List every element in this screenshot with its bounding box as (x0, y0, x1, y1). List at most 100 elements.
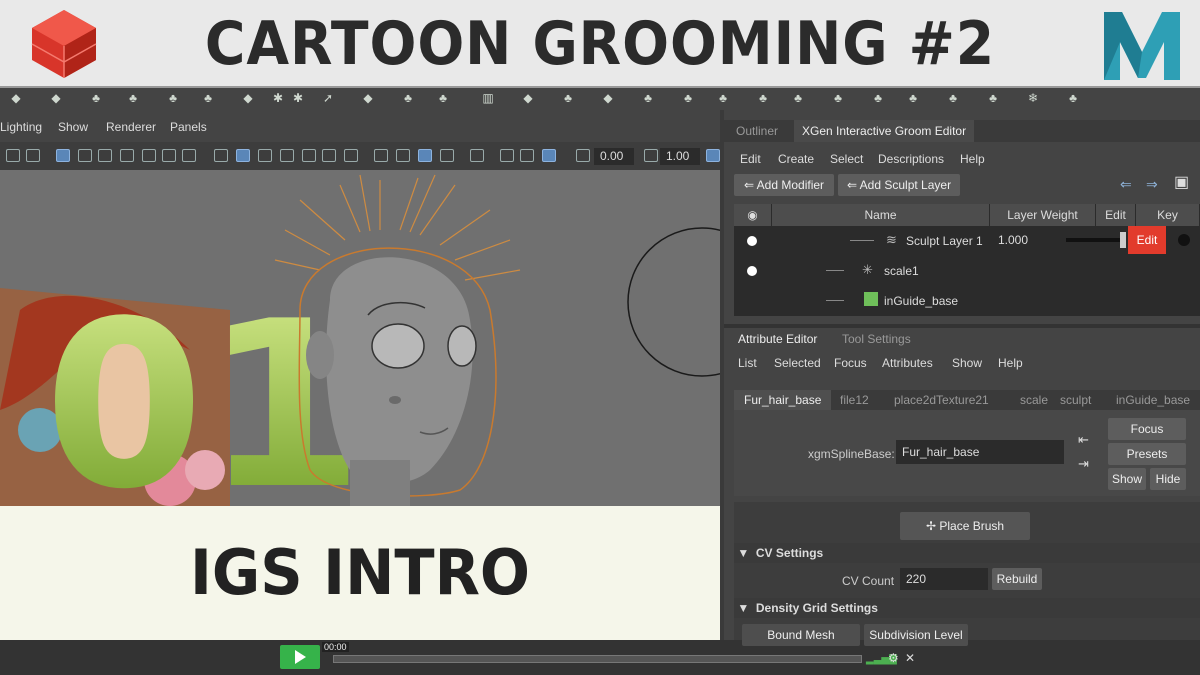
visibility-toggle[interactable] (747, 266, 757, 276)
add-sculpt-layer-button[interactable]: ⇐ Add Sculpt Layer (838, 174, 960, 196)
menu-panels[interactable]: Panels (170, 120, 207, 134)
rebuild-button[interactable]: Rebuild (992, 568, 1042, 590)
spline-base-field[interactable]: Fur_hair_base (896, 440, 1064, 464)
fullscreen-icon[interactable]: ✕ (905, 651, 915, 665)
shelf-tool-icon[interactable]: ♣ (985, 91, 1001, 105)
shelf-tool-icon[interactable]: ❄ (1025, 91, 1041, 105)
key-dot[interactable] (1178, 234, 1190, 246)
node-tab-inguide-base[interactable]: inGuide_base (1116, 393, 1190, 407)
shelf-tool-icon[interactable]: ♣ (560, 91, 576, 105)
panel-divider[interactable] (724, 324, 1200, 328)
hide-button[interactable]: Hide (1150, 468, 1186, 490)
menu-selected[interactable]: Selected (774, 356, 821, 370)
shelf-tool-icon[interactable]: ▥ (480, 91, 496, 105)
density-grid-section[interactable]: ▼ Density Grid Settings (734, 598, 1200, 618)
name-column-header[interactable]: Name (772, 204, 990, 226)
edit-layer-button[interactable]: Edit (1128, 226, 1166, 254)
gamma-field[interactable]: 1.00 (660, 148, 700, 165)
shelf-tool-icon[interactable]: ♣ (945, 91, 961, 105)
key-column-header[interactable]: Key (1136, 204, 1200, 226)
cv-count-field[interactable]: 220 (900, 568, 988, 590)
layer-weight-slider[interactable] (1066, 238, 1120, 242)
tab-xgen-groom-editor[interactable]: XGen Interactive Groom Editor (794, 120, 975, 142)
flat-shade-icon[interactable] (258, 149, 272, 162)
shelf-tool-icon[interactable]: ✱ (270, 91, 286, 105)
shelf-tool-icon[interactable]: ◆ (360, 91, 376, 105)
shelf-tool-icon[interactable]: ◆ (8, 91, 24, 105)
shelf-tool-icon[interactable]: ◆ (520, 91, 536, 105)
shelf-tool-icon[interactable]: ♣ (88, 91, 104, 105)
gamma-icon[interactable] (644, 149, 658, 162)
safe-title-icon[interactable] (182, 149, 196, 162)
pencil-icon[interactable] (26, 149, 40, 162)
shelf-tool-icon[interactable]: ♣ (715, 91, 731, 105)
tab-outliner[interactable]: Outliner (728, 120, 786, 142)
shelf-tool-icon[interactable]: ♣ (165, 91, 181, 105)
xray-icon[interactable] (500, 149, 514, 162)
field-chart-icon[interactable] (142, 149, 156, 162)
presets-button[interactable]: Presets (1108, 443, 1186, 465)
shelf-tool-icon[interactable]: ♣ (640, 91, 656, 105)
exposure-field[interactable]: 0.00 (594, 148, 634, 165)
shelf-tool-icon[interactable]: ♣ (755, 91, 771, 105)
menu-descriptions[interactable]: Descriptions (878, 152, 944, 166)
shelf-tool-icon[interactable]: ♣ (200, 91, 216, 105)
node-tab-scale[interactable]: scale (1020, 393, 1048, 407)
bounding-box-icon[interactable] (280, 149, 294, 162)
output-connection-icon[interactable]: ⇥ (1078, 456, 1089, 472)
layer-weight-field[interactable]: 1.000 (992, 230, 1060, 250)
shelf-tool-icon[interactable]: ♣ (870, 91, 886, 105)
play-button[interactable] (280, 645, 320, 669)
menu-help[interactable]: Help (960, 152, 985, 166)
menu-lighting[interactable]: Lighting (0, 120, 42, 134)
gate-mask-icon[interactable] (120, 149, 134, 162)
slider-handle[interactable] (1120, 232, 1126, 248)
shelf-tool-icon[interactable]: ◆ (240, 91, 256, 105)
anti-alias-icon[interactable] (418, 149, 432, 162)
settings-icon[interactable]: ⚙ (888, 651, 899, 665)
add-modifier-button[interactable]: ⇐ Add Modifier (734, 174, 834, 196)
shadows-icon[interactable] (344, 149, 358, 162)
shelf-tool-icon[interactable]: ♣ (1065, 91, 1081, 105)
shelf-tool-icon[interactable]: ♣ (125, 91, 141, 105)
table-row[interactable]: ✳ scale1 (734, 256, 1200, 286)
shelf-tool-icon[interactable]: ♣ (905, 91, 921, 105)
cv-settings-section[interactable]: ▼ CV Settings (734, 543, 1200, 563)
visibility-toggle[interactable] (747, 236, 757, 246)
show-button[interactable]: Show (1108, 468, 1146, 490)
lights-icon[interactable] (322, 149, 336, 162)
shelf-tool-icon[interactable]: ◆ (48, 91, 64, 105)
node-tab-place2dtexture[interactable]: place2dTexture21 (894, 393, 989, 407)
weight-column-header[interactable]: Layer Weight (990, 204, 1096, 226)
shelf-tool-icon[interactable]: ♣ (680, 91, 696, 105)
node-tab-fur-hair-base[interactable]: Fur_hair_base (734, 390, 832, 410)
ambient-occlusion-icon[interactable] (374, 149, 388, 162)
new-folder-icon[interactable]: ▣ (1174, 172, 1189, 192)
shelf-tool-icon[interactable]: ♣ (400, 91, 416, 105)
viewport-panel[interactable]: Lighting Show Renderer Panels 0.00 1.00 (0, 110, 720, 506)
place-brush-button[interactable]: ✢ Place Brush (900, 512, 1030, 540)
resolution-gate-icon[interactable] (98, 149, 112, 162)
menu-select[interactable]: Select (830, 152, 863, 166)
camera-icon[interactable] (6, 149, 20, 162)
table-row[interactable]: ≋ Sculpt Layer 1 1.000 Edit (734, 226, 1200, 256)
menu-show[interactable]: Show (58, 120, 88, 134)
visibility-toggle[interactable] (747, 296, 757, 306)
menu-attributes[interactable]: Attributes (882, 356, 933, 370)
menu-list[interactable]: List (738, 356, 757, 370)
depth-of-field-icon[interactable] (440, 149, 454, 162)
tab-attribute-editor[interactable]: Attribute Editor (738, 332, 817, 346)
shelf-tool-icon[interactable]: ◆ (600, 91, 616, 105)
shelf-tool-icon[interactable]: ✱ (290, 91, 306, 105)
node-tab-file12[interactable]: file12 (840, 393, 869, 407)
color-management-icon[interactable] (706, 149, 720, 162)
input-connection-icon[interactable]: ⇤ (1078, 432, 1089, 448)
xray-components-icon[interactable] (542, 149, 556, 162)
wireframe-icon[interactable] (214, 149, 228, 162)
shelf-tool-icon[interactable]: ♣ (435, 91, 451, 105)
isolate-select-icon[interactable] (470, 149, 484, 162)
edit-column-header[interactable]: Edit (1096, 204, 1136, 226)
focus-button[interactable]: Focus (1108, 418, 1186, 440)
safe-action-icon[interactable] (162, 149, 176, 162)
shelf-tool-icon[interactable]: ♣ (790, 91, 806, 105)
